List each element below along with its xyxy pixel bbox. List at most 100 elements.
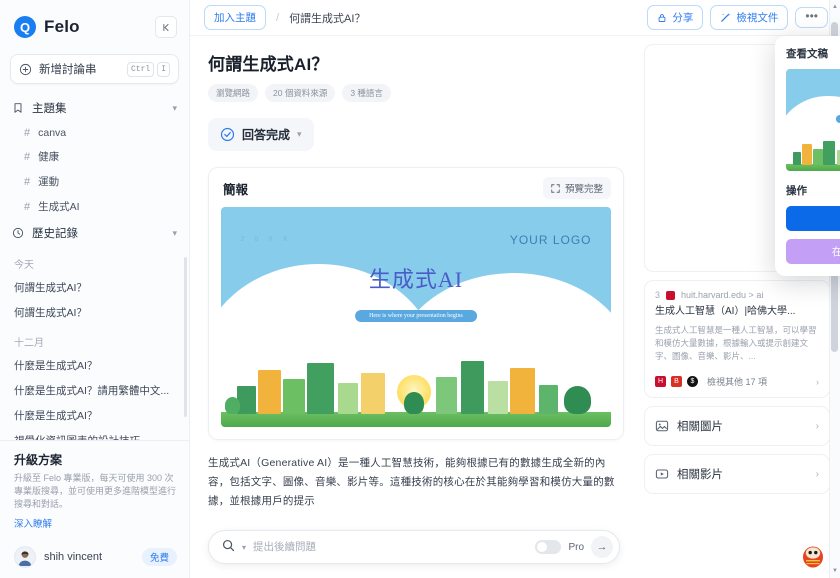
main-area: 加入主題 / 何謂生成式AI？ 分享 檢視文件 ••• 何謂生成式AI？ 瀏覽網… <box>190 0 840 578</box>
sidebar-item-canva[interactable]: # canva <box>0 122 189 144</box>
scroll-up-arrow[interactable]: ▲ <box>832 4 838 10</box>
slide-logo-placeholder: YOUR LOGO <box>509 233 592 248</box>
related-images-label: 相關圖片 <box>677 421 723 433</box>
breadcrumb-separator: / <box>276 11 280 24</box>
sidebar-item-label: 運動 <box>38 176 60 188</box>
sidebar-item-label: 健康 <box>38 151 60 163</box>
related-videos-link[interactable]: 相關影片 › <box>644 454 830 494</box>
slide-city-illustration <box>221 335 611 427</box>
history-item[interactable]: 何謂生成式AI？ <box>0 275 189 300</box>
share-button[interactable]: 分享 <box>647 5 704 30</box>
history-item[interactable]: 什麼是生成式AI？ <box>0 403 189 428</box>
send-button[interactable]: → <box>591 536 613 558</box>
search-icon <box>222 539 235 555</box>
sidebar-collapse-button[interactable] <box>155 16 177 38</box>
learn-more-link[interactable]: 深入瞭解 <box>14 516 177 530</box>
history-item[interactable]: 什麼是生成式AI？ <box>0 353 189 378</box>
chevron-right-icon: › <box>815 468 819 480</box>
popup-title: 查看文稿 <box>786 48 828 60</box>
chip-browse-web: 瀏覽網路 <box>208 84 259 102</box>
sidebar-item-health[interactable]: # 健康 <box>0 144 189 169</box>
expand-icon <box>551 183 560 193</box>
source-footer[interactable]: H B $ 檢視其他 17 項 › <box>655 375 819 388</box>
popup-slide-thumbnail[interactable]: 編輯文件 · · · · 生成式AI Here is where your pr… <box>786 69 840 171</box>
presentation-card: 簡報 預覽完整 2 0 X X YOUR LOGO 生成式AI Here is … <box>208 167 624 440</box>
meta-chips: 瀏覽網路 20 個資料來源 3 種語言 <box>208 84 624 102</box>
scroll-down-arrow[interactable]: ▼ <box>832 568 838 574</box>
chevron-down-icon: ▾ <box>297 129 302 139</box>
sidebar-item-genai[interactable]: # 生成式AI <box>0 194 189 219</box>
view-document-button[interactable]: 檢視文件 <box>710 5 789 30</box>
chevron-down-icon[interactable]: ▾ <box>242 543 246 552</box>
history-item[interactable]: 什麼是生成式AI？請用繁體中文... <box>0 378 189 403</box>
brand-name: Felo <box>44 17 80 36</box>
join-topic-button[interactable]: 加入主題 <box>204 5 266 30</box>
sidebar-item-label: canva <box>38 127 67 139</box>
slide-title: 生成式AI <box>368 267 464 292</box>
felo-logo-icon: Q <box>14 16 36 38</box>
sidebar-group-history[interactable]: 歷史記錄 ▾ <box>0 219 189 247</box>
sidebar-group-topics[interactable]: 主題集 ▾ <box>0 94 189 122</box>
share-label: 分享 <box>672 12 694 24</box>
join-topic-label: 加入主題 <box>214 12 256 24</box>
sidebar-item-sports[interactable]: # 運動 <box>0 169 189 194</box>
source-number: 3 <box>655 290 661 300</box>
topbar-actions: 分享 檢視文件 ••• <box>647 5 828 30</box>
presentation-card-title: 簡報 <box>223 182 249 197</box>
search-input[interactable] <box>253 541 529 553</box>
magic-wand-icon <box>721 13 731 22</box>
favicon-harvard-icon: H <box>655 376 666 387</box>
video-icon <box>655 469 669 479</box>
chip-sources: 20 個資料來源 <box>265 84 336 102</box>
chevron-down-icon: ▾ <box>172 227 177 238</box>
more-options-button[interactable]: ••• <box>795 7 828 28</box>
upgrade-title: 升級方案 <box>14 453 63 467</box>
user-row[interactable]: shih vincent 免費 <box>0 538 189 578</box>
source-title: 生成人工智慧（AI）|哈佛大學... <box>655 306 796 317</box>
plan-badge[interactable]: 免費 <box>141 548 177 566</box>
user-name: shih vincent <box>44 551 103 563</box>
status-label: 回答完成 <box>242 128 291 142</box>
chip-languages: 3 種語言 <box>342 84 391 102</box>
daruma-sticker <box>802 544 824 568</box>
favicon-b-icon: B <box>671 376 682 387</box>
chevron-right-icon: › <box>816 376 819 387</box>
ask-followup-bar[interactable]: ▾ Pro → <box>208 530 620 564</box>
history-item[interactable]: 何謂生成式AI？ <box>0 300 189 325</box>
sidebar-item-label: 生成式AI <box>38 201 80 213</box>
source-snippet: 生成式人工智慧是一種人工智慧，可以學習和模仿大量數據，根據輸入或提示創建文字、圖… <box>655 325 817 361</box>
popup-actions-title: 操作 <box>786 185 807 197</box>
pro-toggle[interactable] <box>535 540 562 554</box>
favicon-dollar-icon: $ <box>687 376 698 387</box>
source-header: 3 huit.harvard.edu > ai <box>655 290 819 300</box>
presentation-card-header: 簡報 預覽完整 <box>209 168 623 207</box>
history-item[interactable]: 視覺化資訊圖表的設計技巧 <box>0 428 189 440</box>
document-popup: 查看文稿 編輯文件 · · · · 生成式AI Here is where yo… <box>775 36 840 276</box>
kbd-ctrl: Ctrl <box>126 61 155 77</box>
popup-slide-title: 生成式AI <box>786 95 840 111</box>
slide-preview[interactable]: 2 0 X X YOUR LOGO 生成式AI Here is where yo… <box>221 207 611 427</box>
kbd-i: I <box>157 61 170 77</box>
chevron-down-icon: ▾ <box>172 102 177 113</box>
source-item[interactable]: 3 huit.harvard.edu > ai 生成人工智慧（AI）|哈佛大學.… <box>644 280 830 398</box>
new-thread-shortcut: Ctrl I <box>126 61 170 77</box>
new-thread-button[interactable]: 新增討論串 Ctrl I <box>10 54 179 84</box>
lock-icon <box>659 13 666 22</box>
preview-full-button[interactable]: 預覽完整 <box>542 177 611 199</box>
sidebar-scrollbar[interactable] <box>184 257 187 417</box>
history-section-label: 今天 <box>14 260 34 271</box>
regenerate-presentation-button[interactable]: 重新生成簡報 <box>786 206 840 231</box>
new-thread-label: 新增討論串 <box>39 64 97 76</box>
panel-collapse-icon <box>162 23 169 31</box>
history-list[interactable]: 今天 何謂生成式AI？ 何謂生成式AI？ 十二月 什麼是生成式AI？ 什麼是生成… <box>0 247 189 440</box>
hash-icon: # <box>24 175 31 188</box>
popup-city-illustration <box>786 128 840 171</box>
hash-icon: # <box>24 150 31 163</box>
related-images-link[interactable]: 相關圖片 › <box>644 406 830 446</box>
image-icon <box>655 420 669 432</box>
hash-icon: # <box>24 127 31 139</box>
status-badge[interactable]: 回答完成 ▾ <box>208 118 314 151</box>
upgrade-description: 升級至 Felo 專業版，每天可使用 300 次專業版搜尋，並可使用更多進階模型… <box>14 473 177 509</box>
edit-in-canva-button[interactable]: 在 Canva 中編輯 <box>786 239 840 264</box>
new-chat-icon <box>19 63 32 75</box>
